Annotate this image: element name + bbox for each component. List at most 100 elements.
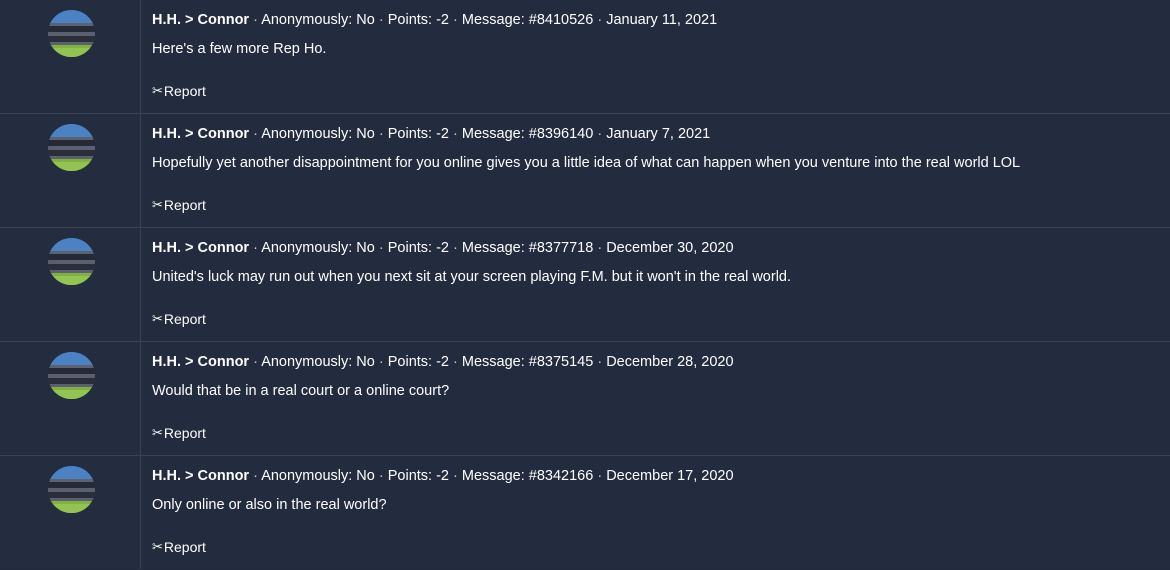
arrow: > (185, 12, 194, 28)
separator: · (597, 468, 603, 484)
separator: · (597, 126, 603, 142)
sender-name[interactable]: H.H. (152, 240, 181, 256)
message-text: Would that be in a real court or a onlin… (152, 383, 450, 399)
message-header: H.H. > Connor · Anonymously: No · Points… (152, 125, 710, 143)
avatar[interactable] (48, 238, 95, 285)
anonymous-status: Anonymously: No (261, 12, 375, 28)
separator: · (253, 354, 258, 370)
separator: · (597, 12, 603, 28)
separator: · (253, 468, 258, 484)
arrow: > (185, 468, 194, 484)
report-label: Report (163, 197, 206, 213)
scissors-icon: ✂ (152, 311, 163, 326)
report-button[interactable]: ✂ Report (152, 310, 206, 328)
message-feed: H.H. > Connor · Anonymously: No · Points… (0, 0, 1170, 570)
arrow: > (185, 126, 194, 142)
separator: · (453, 126, 458, 142)
recipient-name[interactable]: Connor (198, 12, 250, 28)
points: Points: -2 (387, 354, 449, 370)
report-button[interactable]: ✂ Report (152, 196, 206, 214)
scissors-icon: ✂ (152, 425, 163, 440)
message-item: H.H. > Connor · Anonymously: No · Points… (0, 342, 1170, 456)
recipient-name[interactable]: Connor (198, 468, 250, 484)
recipient-name[interactable]: Connor (198, 240, 250, 256)
stadium-avatar-image (48, 238, 95, 285)
report-label: Report (163, 83, 206, 99)
message-id[interactable]: Message: #8377718 (462, 240, 593, 256)
message-header: H.H. > Connor · Anonymously: No · Points… (152, 353, 734, 371)
scissors-icon: ✂ (152, 197, 163, 212)
message-item: H.H. > Connor · Anonymously: No · Points… (0, 456, 1170, 569)
report-button[interactable]: ✂ Report (152, 82, 206, 100)
message-text: Only online or also in the real world? (152, 497, 387, 513)
report-button[interactable]: ✂ Report (152, 538, 206, 556)
sender-name[interactable]: H.H. (152, 12, 181, 28)
recipient-name[interactable]: Connor (198, 354, 250, 370)
arrow: > (185, 354, 194, 370)
anonymous-status: Anonymously: No (261, 468, 375, 484)
avatar-column (0, 0, 141, 113)
recipient-name[interactable]: Connor (198, 126, 250, 142)
anonymous-status: Anonymously: No (261, 126, 375, 142)
avatar-column (0, 114, 141, 227)
avatar[interactable] (48, 10, 95, 57)
message-date: January 11, 2021 (606, 12, 718, 28)
separator: · (453, 240, 458, 256)
avatar-column (0, 456, 141, 569)
separator: · (378, 126, 384, 142)
separator: · (378, 354, 384, 370)
separator: · (597, 354, 603, 370)
separator: · (253, 12, 258, 28)
report-button[interactable]: ✂ Report (152, 424, 206, 442)
separator: · (378, 240, 384, 256)
points: Points: -2 (387, 126, 449, 142)
separator: · (378, 468, 384, 484)
anonymous-status: Anonymously: No (261, 354, 375, 370)
message-header: H.H. > Connor · Anonymously: No · Points… (152, 11, 717, 29)
sender-name[interactable]: H.H. (152, 126, 181, 142)
report-label: Report (163, 425, 206, 441)
sender-name[interactable]: H.H. (152, 468, 181, 484)
separator: · (253, 240, 258, 256)
scissors-icon: ✂ (152, 83, 163, 98)
message-item: H.H. > Connor · Anonymously: No · Points… (0, 228, 1170, 342)
message-content: H.H. > Connor · Anonymously: No · Points… (141, 0, 1170, 113)
separator: · (253, 126, 258, 142)
stadium-avatar-image (48, 352, 95, 399)
stadium-avatar-image (48, 466, 95, 513)
separator: · (453, 468, 458, 484)
sender-name[interactable]: H.H. (152, 354, 181, 370)
message-id[interactable]: Message: #8410526 (462, 12, 593, 28)
message-header: H.H. > Connor · Anonymously: No · Points… (152, 239, 734, 257)
message-date: December 30, 2020 (606, 240, 734, 256)
avatar[interactable] (48, 466, 95, 513)
report-label: Report (163, 539, 206, 555)
report-label: Report (163, 311, 206, 327)
points: Points: -2 (387, 468, 449, 484)
message-content: H.H. > Connor · Anonymously: No · Points… (141, 228, 1170, 341)
avatar[interactable] (48, 352, 95, 399)
message-id[interactable]: Message: #8375145 (462, 354, 593, 370)
message-text: United's luck may run out when you next … (152, 269, 792, 285)
message-header: H.H. > Connor · Anonymously: No · Points… (152, 467, 734, 485)
avatar-column (0, 228, 141, 341)
points: Points: -2 (387, 240, 449, 256)
message-content: H.H. > Connor · Anonymously: No · Points… (141, 342, 1170, 455)
separator: · (378, 12, 384, 28)
message-date: January 7, 2021 (606, 126, 711, 142)
points: Points: -2 (387, 12, 449, 28)
message-text: Hopefully yet another disappointment for… (152, 155, 1021, 171)
message-content: H.H. > Connor · Anonymously: No · Points… (141, 456, 1170, 569)
message-item: H.H. > Connor · Anonymously: No · Points… (0, 114, 1170, 228)
message-id[interactable]: Message: #8342166 (462, 468, 593, 484)
separator: · (453, 354, 458, 370)
scissors-icon: ✂ (152, 539, 163, 554)
message-id[interactable]: Message: #8396140 (462, 126, 593, 142)
separator: · (453, 12, 458, 28)
message-content: H.H. > Connor · Anonymously: No · Points… (141, 114, 1170, 227)
arrow: > (185, 240, 194, 256)
message-item: H.H. > Connor · Anonymously: No · Points… (0, 0, 1170, 114)
avatar[interactable] (48, 124, 95, 171)
separator: · (597, 240, 603, 256)
message-text: Here's a few more Rep Ho. (152, 41, 327, 57)
